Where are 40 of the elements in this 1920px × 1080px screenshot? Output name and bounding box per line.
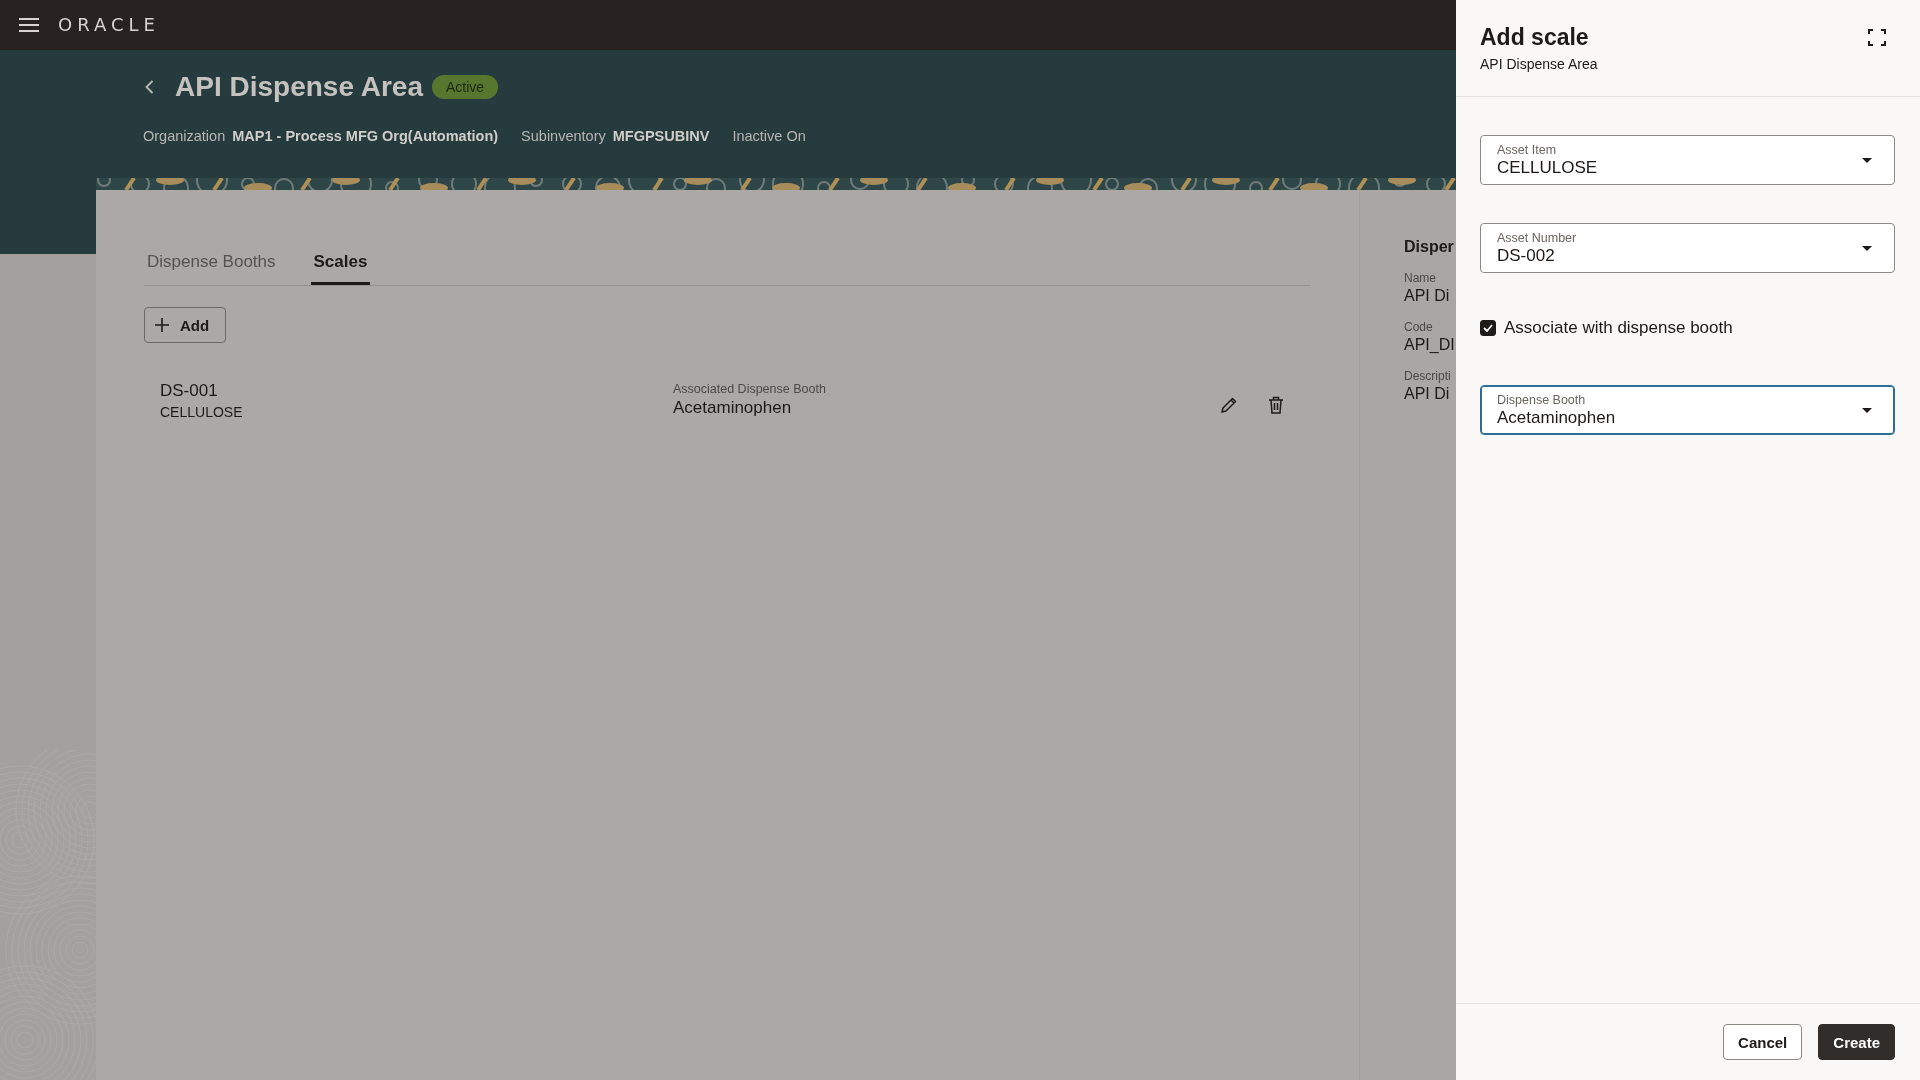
menu-icon[interactable] [19,18,39,32]
field-value: Acetaminophen [673,397,792,418]
meta-label: Inactive On [732,127,806,146]
field-label: Name [1404,271,1436,286]
meta-label: Organization [143,127,226,146]
add-button[interactable]: Add [144,307,227,343]
field-value: API Di [1404,384,1450,404]
dropdown-field[interactable]: Dispense Booth Acetaminophen [1480,385,1895,435]
pencil-icon[interactable] [1220,396,1238,414]
field-label: Associated Dispense Booth [673,382,826,397]
cancel-button[interactable]: Cancel [1723,1024,1803,1060]
caret-down-icon [1862,245,1872,251]
caret-down-icon [1862,407,1872,413]
checkmark-icon [1483,324,1493,332]
dropdown-field[interactable]: Asset Number DS-002 [1480,223,1895,273]
panel-title: Disper [1404,237,1454,257]
field-label: Code [1404,320,1433,335]
drawer-subtitle: API Dispense Area [1480,55,1598,73]
plus-icon [154,317,170,333]
chevron-left-icon[interactable] [145,80,154,94]
scale-number: DS-001 [160,379,218,401]
meta-label: Subinventory [521,127,606,146]
oracle-logo: ORACLE [58,15,160,35]
meta-value: MAP1 - Process MFG Org(Automation) [232,127,499,146]
dropdown-field[interactable]: Asset Item CELLULOSE [1480,135,1895,185]
drawer-title: Add scale [1480,23,1589,51]
status-badge: Active [431,75,499,99]
expand-icon[interactable] [1868,29,1886,46]
checkbox[interactable] [1480,320,1496,336]
meta-value: MFGPSUBINV [612,127,710,146]
field-value: API_DI [1404,335,1455,355]
create-button[interactable]: Create [1818,1024,1895,1060]
field-value: API Di [1404,286,1450,306]
caret-down-icon [1862,157,1872,163]
checkbox-label[interactable]: Associate with dispense booth [1504,317,1733,339]
field-label: Descripti [1404,369,1451,384]
tab[interactable]: Scales [310,252,371,285]
page-title: API Dispense Area [175,70,423,104]
trash-icon[interactable] [1268,396,1284,414]
scale-item: CELLULOSE [160,402,243,421]
